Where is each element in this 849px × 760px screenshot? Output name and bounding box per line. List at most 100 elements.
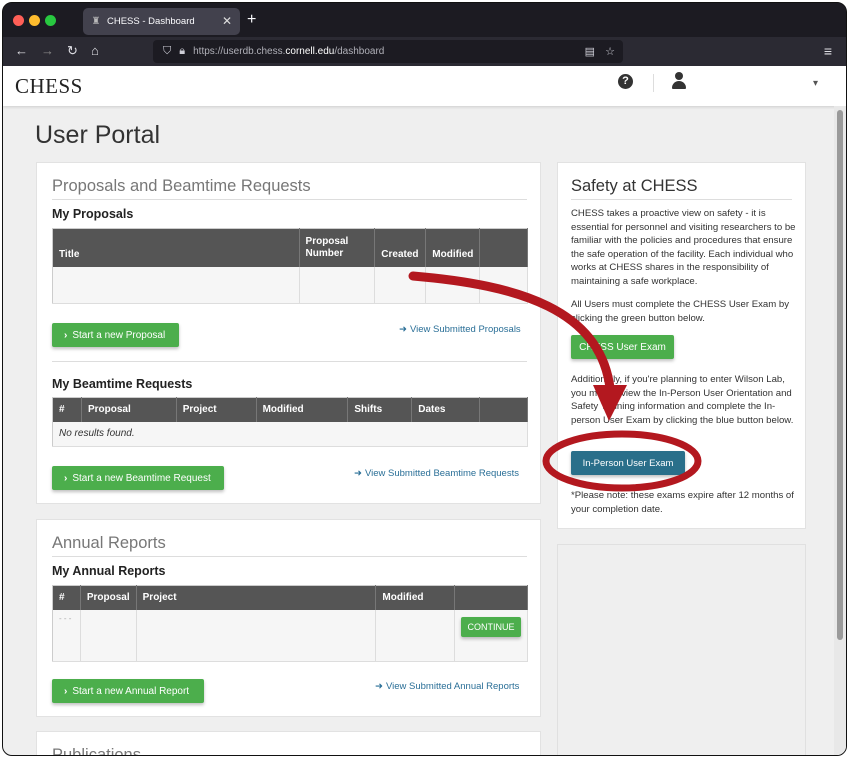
safety-panel: Safety at CHESS CHESS takes a proactive … [557, 162, 806, 529]
url-path: /dashboard [334, 46, 385, 57]
proposals-panel-title: Proposals and Beamtime Requests [52, 177, 311, 195]
user-exam-instruction-text: All Users must complete the CHESS User E… [571, 299, 790, 324]
col-number[interactable]: # [52, 397, 82, 422]
panel-divider [52, 361, 527, 362]
proposals-table: Title Proposal Number Created Modified [52, 228, 528, 304]
chevron-right-icon: › [64, 685, 68, 697]
start-new-proposal-label: Start a new Proposal [72, 329, 166, 341]
col-proposal[interactable]: Proposal [80, 585, 137, 610]
view-submitted-proposals-label: View Submitted Proposals [409, 324, 521, 335]
user-dropdown-caret-icon[interactable]: ▾ [813, 78, 818, 89]
col-shifts[interactable]: Shifts [347, 397, 413, 422]
col-dates[interactable]: Dates [411, 397, 481, 422]
annual-reports-panel: Annual Reports My Annual Reports # Propo… [36, 519, 541, 717]
shield-icon: ⛉ [163, 45, 172, 57]
view-submitted-beamtime-link[interactable]: ➜ View Submitted Beamtime Requests [354, 468, 519, 479]
col-proposal-number[interactable]: Proposal Number [299, 228, 376, 267]
close-tab-icon[interactable]: ✕ [222, 14, 232, 28]
annual-reports-panel-title: Annual Reports [52, 534, 166, 552]
col-created[interactable]: Created [374, 228, 427, 267]
chevron-right-icon: › [64, 472, 68, 484]
in-person-instruction-text: Additionally, if you're planning to ente… [571, 374, 794, 426]
site-header: CHESS ? ▾ [3, 66, 846, 106]
sidebar-empty-panel [557, 544, 806, 755]
col-number[interactable]: # [52, 585, 81, 610]
start-new-beamtime-label: Start a new Beamtime Request [72, 472, 211, 484]
browser-window: ♜ CHESS - Dashboard ✕ + ← → ↻ ⌂ ⛉ 🔒︎ htt… [2, 2, 847, 756]
lock-icon: 🔒︎ [179, 45, 186, 57]
help-icon[interactable]: ? [618, 74, 633, 89]
chevron-right-icon: › [64, 329, 68, 341]
minimize-window-button[interactable] [29, 15, 40, 26]
proposals-panel: Proposals and Beamtime Requests My Propo… [36, 162, 541, 504]
web-page: CHESS ? ▾ User Portal Proposals and Beam… [3, 66, 846, 755]
col-title[interactable]: Title [52, 228, 300, 267]
page-scrollbar[interactable] [834, 106, 846, 755]
tab-favicon-icon: ♜ [91, 15, 101, 27]
start-new-beamtime-request-button[interactable]: › Start a new Beamtime Request [52, 466, 224, 490]
panel-divider [52, 556, 527, 557]
col-actions [479, 228, 528, 267]
reload-icon[interactable]: ↻ [67, 43, 78, 59]
start-new-proposal-button[interactable]: › Start a new Proposal [52, 323, 179, 347]
annual-reports-table: # Proposal Project Modified - - - CONTIN… [52, 585, 529, 662]
zoom-window-button[interactable] [45, 15, 56, 26]
back-icon[interactable]: ← [15, 43, 28, 59]
col-proposal[interactable]: Proposal [81, 397, 177, 422]
exam-expiry-note: *Please note: these exams expire after 1… [571, 490, 794, 515]
safety-panel-title: Safety at CHESS [571, 177, 698, 195]
arrow-right-icon: ➜ [375, 681, 383, 692]
safety-intro-text: CHESS takes a proactive view on safety -… [571, 208, 796, 287]
in-person-user-exam-label: In-Person User Exam [582, 457, 674, 469]
panel-divider [52, 199, 527, 200]
start-new-annual-report-button[interactable]: › Start a new Annual Report [52, 679, 204, 703]
no-results-text: No results found. [52, 421, 528, 447]
tab-title: CHESS - Dashboard [107, 16, 195, 27]
url-domain: cornell.edu [285, 46, 335, 57]
arrow-right-icon: ➜ [354, 468, 362, 479]
chess-user-exam-button[interactable]: CHESS User Exam [571, 335, 674, 359]
browser-tab[interactable]: ♜ CHESS - Dashboard ✕ [83, 8, 240, 35]
view-submitted-beamtime-label: View Submitted Beamtime Requests [364, 468, 519, 479]
in-person-user-exam-button[interactable]: In-Person User Exam [571, 451, 685, 475]
bookmark-star-icon[interactable]: ☆ [605, 45, 615, 58]
forward-icon[interactable]: → [41, 43, 54, 59]
scrollbar-thumb[interactable] [837, 110, 843, 640]
start-new-annual-report-label: Start a new Annual Report [72, 685, 190, 697]
my-beamtime-heading: My Beamtime Requests [52, 377, 193, 391]
col-actions [479, 397, 528, 422]
col-actions [454, 585, 529, 610]
col-project[interactable]: Project [136, 585, 377, 610]
address-bar[interactable]: ⛉ 🔒︎ https://userdb.chess. cornell.edu/da… [153, 40, 623, 63]
user-icon[interactable] [671, 72, 687, 90]
col-modified[interactable]: Modified [375, 585, 455, 610]
tab-bar: ♜ CHESS - Dashboard ✕ + [3, 3, 846, 37]
home-icon[interactable]: ⌂ [91, 43, 99, 59]
close-window-button[interactable] [13, 15, 24, 26]
arrow-right-icon: ➜ [399, 324, 407, 335]
panel-divider [571, 199, 792, 200]
view-submitted-annual-reports-label: View Submitted Annual Reports [385, 681, 520, 692]
view-submitted-proposals-link[interactable]: ➜ View Submitted Proposals [399, 324, 521, 335]
publications-panel: Publications [36, 731, 541, 755]
chess-logo[interactable]: CHESS [15, 74, 83, 99]
nav-bar: ← → ↻ ⌂ ⛉ 🔒︎ https://userdb.chess. cornel… [3, 37, 846, 66]
placeholder-cell: - - - [52, 609, 81, 662]
table-row [52, 266, 528, 304]
col-modified[interactable]: Modified [425, 228, 481, 267]
col-project[interactable]: Project [176, 397, 257, 422]
my-annual-reports-heading: My Annual Reports [52, 564, 166, 578]
hamburger-menu-icon[interactable]: ≡ [824, 43, 832, 59]
table-row: No results found. [52, 421, 528, 447]
col-modified[interactable]: Modified [256, 397, 349, 422]
header-divider [653, 74, 654, 92]
view-submitted-annual-reports-link[interactable]: ➜ View Submitted Annual Reports [375, 681, 519, 692]
chess-user-exam-label: CHESS User Exam [579, 341, 666, 353]
my-proposals-heading: My Proposals [52, 207, 134, 221]
reader-view-icon[interactable]: ▤ [585, 45, 595, 58]
beamtime-table: # Proposal Project Modified Shifts Dates… [52, 397, 528, 447]
continue-button[interactable]: CONTINUE [460, 616, 521, 637]
new-tab-icon[interactable]: + [247, 11, 256, 29]
table-row: - - - CONTINUE [52, 609, 529, 662]
url-prefix: https://userdb.chess. [193, 46, 286, 57]
